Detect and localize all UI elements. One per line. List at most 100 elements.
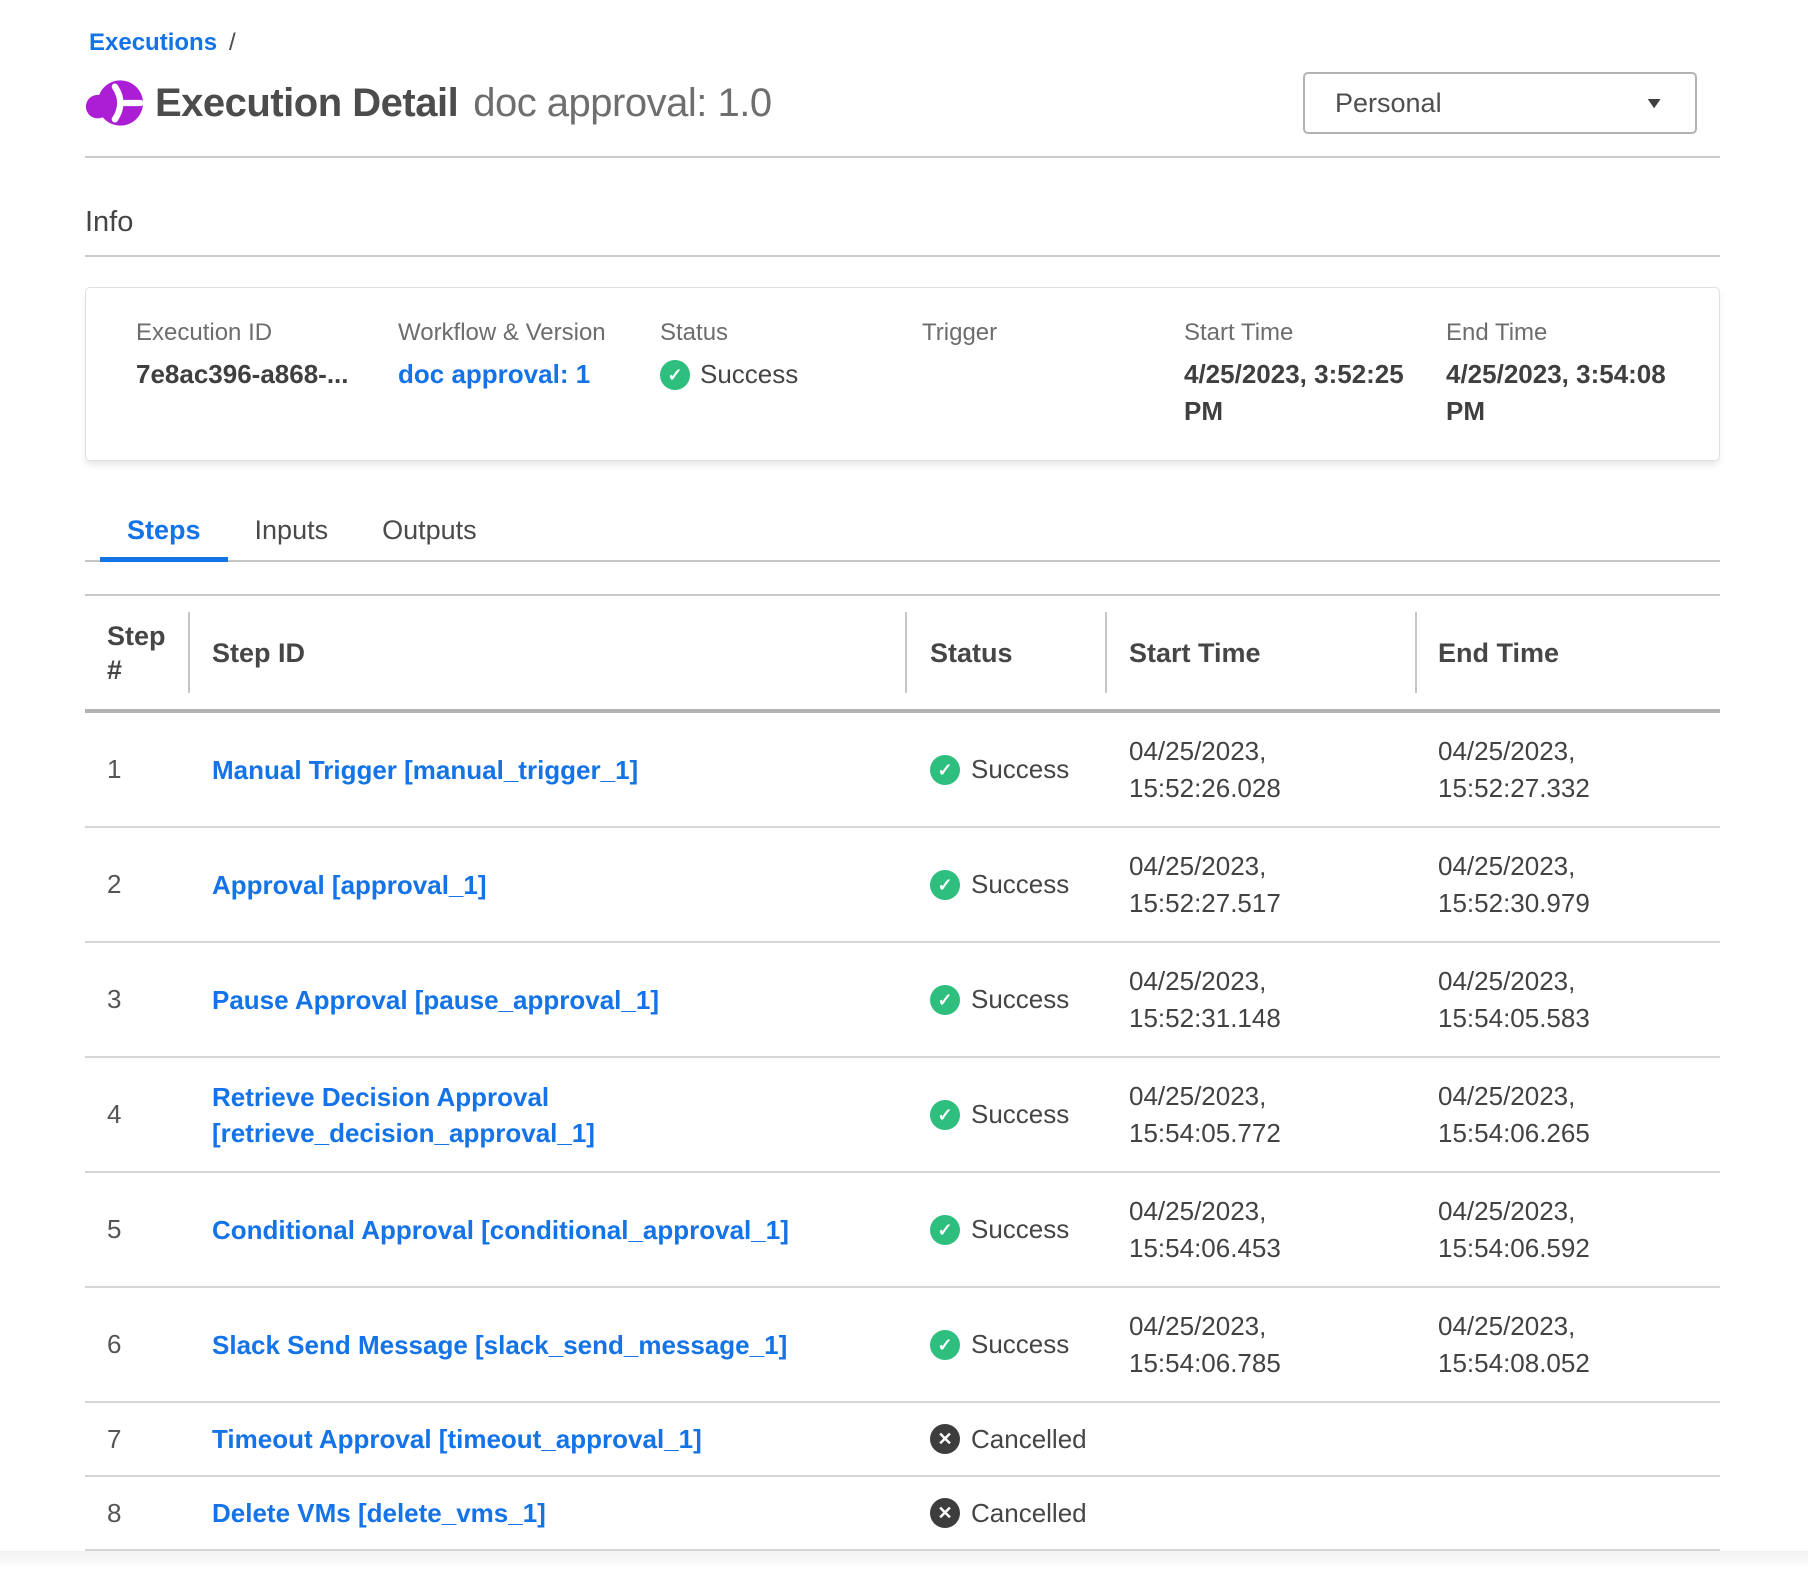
tab-steps[interactable]: Steps xyxy=(100,507,228,560)
success-check-icon: ✓ xyxy=(660,360,690,390)
info-field-trigger: Trigger xyxy=(922,318,1184,430)
title-divider xyxy=(85,156,1720,158)
step-id-link[interactable]: Conditional Approval [conditional_approv… xyxy=(212,1212,789,1248)
success-check-icon: ✓ xyxy=(930,1215,960,1245)
step-id-link[interactable]: Approval [approval_1] xyxy=(212,867,487,903)
start-date: 04/25/2023, xyxy=(1129,848,1415,885)
col-header-step-num: Step # xyxy=(85,596,188,709)
step-number: 3 xyxy=(85,984,188,1015)
step-number: 6 xyxy=(85,1329,188,1360)
cancelled-x-icon: ✕ xyxy=(930,1424,960,1454)
chevron-down-icon: ▼ xyxy=(1643,94,1665,113)
page-title: Execution Detail xyxy=(155,81,458,126)
end-clock: 15:54:05.583 xyxy=(1438,1000,1720,1037)
start-clock: 15:52:26.028 xyxy=(1129,770,1415,807)
end-date: 04/25/2023, xyxy=(1438,733,1720,770)
step-number: 5 xyxy=(85,1214,188,1245)
col-header-end-time: End Time xyxy=(1415,596,1720,709)
status-text: Success xyxy=(971,1099,1069,1130)
status-text: Success xyxy=(971,1329,1069,1360)
step-number: 4 xyxy=(85,1099,188,1130)
steps-table-body: 1 Manual Trigger [manual_trigger_1] ✓ Su… xyxy=(85,713,1720,1551)
field-label: End Time xyxy=(1446,318,1686,348)
step-number: 8 xyxy=(85,1498,188,1529)
scope-dropdown[interactable]: Personal ▼ xyxy=(1303,72,1697,134)
field-label: Start Time xyxy=(1184,318,1424,348)
table-row: 8 Delete VMs [delete_vms_1] ✕ Cancelled xyxy=(85,1477,1720,1551)
end-time-cell: 04/25/2023, 15:54:06.592 xyxy=(1415,1193,1720,1267)
info-divider xyxy=(85,255,1720,257)
success-check-icon: ✓ xyxy=(930,870,960,900)
success-check-icon: ✓ xyxy=(930,1330,960,1360)
end-date: 04/25/2023, xyxy=(1438,1308,1720,1345)
start-time-cell: 04/25/2023, 15:54:06.453 xyxy=(1105,1193,1415,1267)
step-number: 7 xyxy=(85,1424,188,1455)
start-clock: 15:54:06.785 xyxy=(1129,1345,1415,1382)
status-cell: ✓ Success xyxy=(905,984,1105,1015)
end-clock: 15:52:27.332 xyxy=(1438,770,1720,807)
steps-table-header: Step # Step ID Status Start Time End Tim… xyxy=(85,594,1720,713)
step-id-link[interactable]: Delete VMs [delete_vms_1] xyxy=(212,1495,546,1531)
start-date: 04/25/2023, xyxy=(1129,1193,1415,1230)
col-header-start-time: Start Time xyxy=(1105,596,1415,709)
tab-outputs[interactable]: Outputs xyxy=(355,507,504,560)
field-label: Execution ID xyxy=(136,318,376,348)
info-card: Execution ID 7e8ac396-a868-... Workflow … xyxy=(85,287,1720,461)
steps-table: Step # Step ID Status Start Time End Tim… xyxy=(85,594,1720,1551)
status-cell: ✕ Cancelled xyxy=(905,1424,1105,1455)
status-text: Success xyxy=(971,754,1069,785)
end-time-cell: 04/25/2023, 15:52:27.332 xyxy=(1415,733,1720,807)
step-number: 1 xyxy=(85,754,188,785)
start-clock: 15:54:06.453 xyxy=(1129,1230,1415,1267)
field-label: Status xyxy=(660,318,900,348)
end-time-value: 4/25/2023, 3:54:08 PM xyxy=(1446,356,1666,430)
info-section-title: Info xyxy=(85,206,1720,239)
start-date: 04/25/2023, xyxy=(1129,1078,1415,1115)
start-clock: 15:52:31.148 xyxy=(1129,1000,1415,1037)
detail-tabs: Steps Inputs Outputs xyxy=(85,507,1720,562)
page-content: Executions / Execution Detail doc approv… xyxy=(85,0,1720,1551)
scope-dropdown-value: Personal xyxy=(1335,88,1442,119)
page-subtitle: doc approval: 1.0 xyxy=(473,81,771,126)
end-date: 04/25/2023, xyxy=(1438,848,1720,885)
table-row: 2 Approval [approval_1] ✓ Success 04/25/… xyxy=(85,828,1720,943)
end-time-cell: 04/25/2023, 15:54:06.265 xyxy=(1415,1078,1720,1152)
table-row: 7 Timeout Approval [timeout_approval_1] … xyxy=(85,1403,1720,1477)
status-cell: ✓ Success xyxy=(905,1099,1105,1130)
start-time-cell: 04/25/2023, 15:54:06.785 xyxy=(1105,1308,1415,1382)
breadcrumb-executions-link[interactable]: Executions xyxy=(89,29,217,57)
end-time-cell: 04/25/2023, 15:54:08.052 xyxy=(1415,1308,1720,1382)
end-clock: 15:54:06.265 xyxy=(1438,1115,1720,1152)
status-text: Cancelled xyxy=(971,1498,1087,1529)
status-text: Success xyxy=(971,984,1069,1015)
execution-id-value: 7e8ac396-a868-... xyxy=(136,356,376,393)
start-date: 04/25/2023, xyxy=(1129,733,1415,770)
page-bottom-strip xyxy=(0,1551,1808,1565)
table-row: 6 Slack Send Message [slack_send_message… xyxy=(85,1288,1720,1403)
workflow-version-link[interactable]: doc approval: 1 xyxy=(398,359,590,389)
success-check-icon: ✓ xyxy=(930,755,960,785)
end-date: 04/25/2023, xyxy=(1438,1193,1720,1230)
start-time-cell: 04/25/2023, 15:52:27.517 xyxy=(1105,848,1415,922)
step-id-link[interactable]: Timeout Approval [timeout_approval_1] xyxy=(212,1421,702,1457)
col-header-step-id: Step ID xyxy=(188,596,905,709)
start-time-value: 4/25/2023, 3:52:25 PM xyxy=(1184,356,1404,430)
end-clock: 15:54:08.052 xyxy=(1438,1345,1720,1382)
end-time-cell: 04/25/2023, 15:54:05.583 xyxy=(1415,963,1720,1037)
status-cell: ✓ Success xyxy=(905,754,1105,785)
info-field-end-time: End Time 4/25/2023, 3:54:08 PM xyxy=(1446,318,1708,430)
step-id-link[interactable]: Pause Approval [pause_approval_1] xyxy=(212,982,659,1018)
status-cell: ✕ Cancelled xyxy=(905,1498,1105,1529)
end-time-cell: 04/25/2023, 15:52:30.979 xyxy=(1415,848,1720,922)
tab-inputs[interactable]: Inputs xyxy=(228,507,356,560)
info-field-status: Status ✓ Success xyxy=(660,318,922,430)
step-id-link[interactable]: Manual Trigger [manual_trigger_1] xyxy=(212,752,638,788)
table-row: 3 Pause Approval [pause_approval_1] ✓ Su… xyxy=(85,943,1720,1058)
step-id-link[interactable]: Slack Send Message [slack_send_message_1… xyxy=(212,1327,787,1363)
status-value: Success xyxy=(700,356,798,393)
status-cell: ✓ Success xyxy=(905,1214,1105,1245)
start-date: 04/25/2023, xyxy=(1129,963,1415,1000)
step-id-link[interactable]: Retrieve Decision Approval [retrieve_dec… xyxy=(212,1079,905,1151)
step-number: 2 xyxy=(85,869,188,900)
start-date: 04/25/2023, xyxy=(1129,1308,1415,1345)
